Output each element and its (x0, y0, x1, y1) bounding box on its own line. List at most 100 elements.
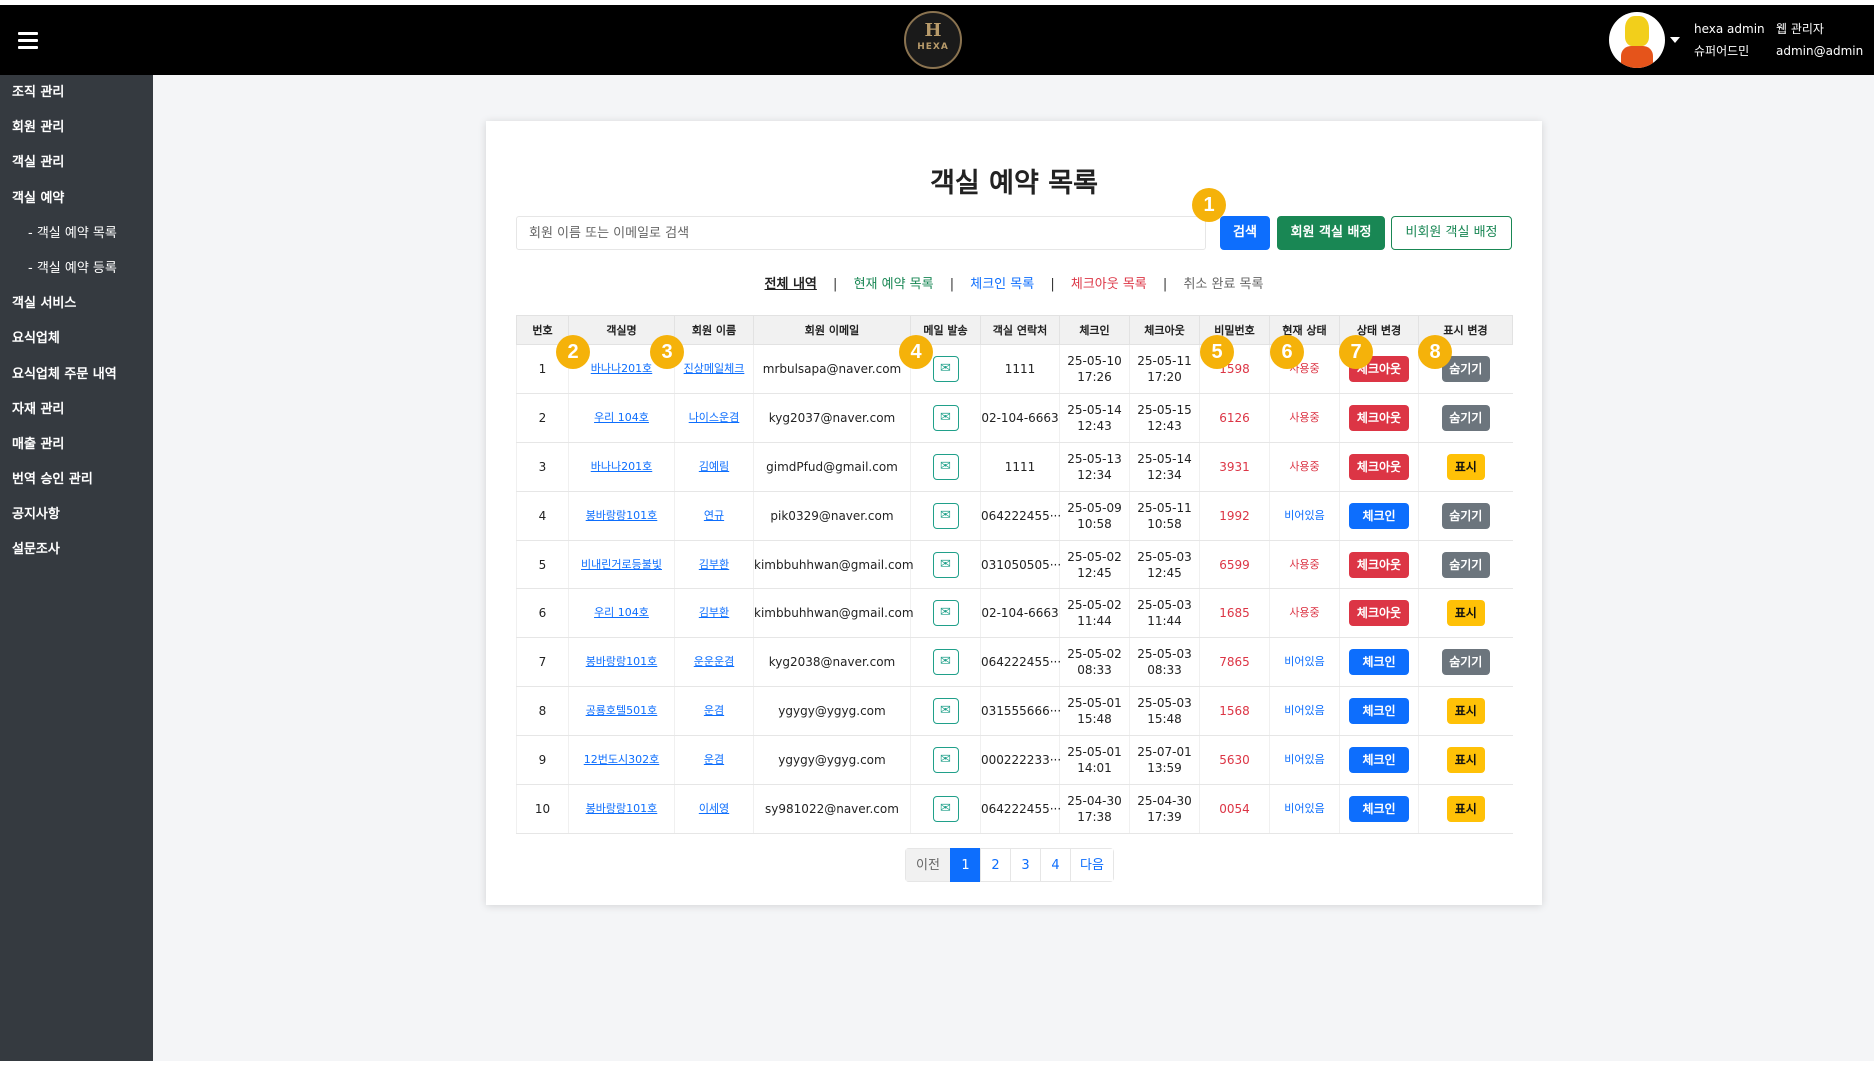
room-password: 6599 (1199, 540, 1270, 590)
mail-send-icon[interactable]: ✉ (932, 355, 959, 382)
mail-send-icon[interactable]: ✉ (932, 502, 959, 529)
mail-cell: ✉ (910, 735, 981, 786)
pagination-page[interactable]: 2 (980, 848, 1011, 882)
pagination-page[interactable]: 1 (950, 848, 981, 882)
room-name-link[interactable]: 비내린거로등불빛 (568, 540, 675, 590)
current-status: 비어있음 (1269, 637, 1340, 688)
room-name-link[interactable]: 공룡호텔501호 (568, 686, 675, 737)
display-toggle-button[interactable]: 표시 (1446, 453, 1485, 480)
checkout-cell: 25-05-15 12:43 (1129, 393, 1200, 443)
sidebar-item[interactable]: 회원 관리 (0, 110, 153, 145)
display-toggle-button[interactable]: 숨기기 (1441, 404, 1490, 431)
pagination-page[interactable]: 3 (1010, 848, 1041, 882)
caret-down-icon[interactable] (1670, 37, 1680, 43)
table-row: 5 비내린거로등불빛 김부환 kimbbuhhwan@gmail.com ✉ 031050… (516, 540, 1513, 590)
mail-send-icon[interactable]: ✉ (932, 795, 959, 822)
column-header: 체크인 (1059, 315, 1130, 345)
room-name-link[interactable]: 12번도시302호 (568, 735, 675, 786)
sidebar-item[interactable]: - 객실 예약 등록 (0, 251, 153, 286)
status-change-button[interactable]: 체크인 (1349, 795, 1409, 822)
room-name-link[interactable]: 바나나201호 (568, 442, 675, 492)
room-name-link[interactable]: 우리 104호 (568, 393, 675, 443)
sidebar-item[interactable]: 공지사항 (0, 497, 153, 532)
display-toggle-button[interactable]: 숨기기 (1441, 649, 1490, 676)
mail-send-icon[interactable]: ✉ (932, 747, 959, 774)
mail-send-icon[interactable]: ✉ (932, 551, 959, 578)
sidebar-item[interactable]: 매출 관리 (0, 427, 153, 462)
member-name-link[interactable]: 진상메일체크 (674, 344, 754, 394)
checkout-time: 10:58 (1147, 516, 1182, 531)
display-toggle-button[interactable]: 표시 (1446, 747, 1485, 774)
sidebar-item[interactable]: 요식업체 (0, 321, 153, 356)
room-name-link[interactable]: 봉바랑랑101호 (568, 491, 675, 541)
room-phone: 064222455··· (980, 784, 1061, 834)
guest-room-assign-button[interactable]: 비회원 객실 배정 (1391, 216, 1512, 250)
room-password: 1992 (1199, 491, 1270, 541)
bottom-strip (0, 1061, 1874, 1076)
user-grade: 슈퍼어드민 (1694, 44, 1750, 58)
pagination-prev[interactable]: 이전 (905, 848, 951, 882)
row-number: 8 (516, 686, 569, 737)
mail-cell: ✉ (910, 588, 981, 639)
pagination-page[interactable]: 4 (1040, 848, 1071, 882)
filter-all[interactable]: 전체 내역 (765, 273, 817, 292)
sidebar-item[interactable]: 요식업체 주문 내역 (0, 357, 153, 392)
status-change-button[interactable]: 체크인 (1349, 649, 1409, 676)
user-avatar[interactable] (1609, 12, 1665, 68)
member-name-link[interactable]: 이세영 (674, 784, 754, 834)
status-change-button[interactable]: 체크인 (1349, 502, 1409, 529)
table-row: 3 바나나201호 김예림 gimdPfud@gmail.com ✉ 1111 25-05-… (516, 442, 1513, 492)
mail-send-icon[interactable]: ✉ (932, 698, 959, 725)
mail-send-icon[interactable]: ✉ (932, 453, 959, 480)
member-name-link[interactable]: 연규 (674, 491, 754, 541)
checkin-time: 12:34 (1077, 467, 1112, 482)
display-toggle-button[interactable]: 표시 (1446, 698, 1485, 725)
room-password: 1568 (1199, 686, 1270, 737)
sidebar-item[interactable]: 객실 예약 (0, 181, 153, 216)
filter-checkout[interactable]: 체크아웃 목록 (1071, 273, 1147, 292)
status-change-button[interactable]: 체크인 (1349, 747, 1409, 774)
display-toggle-button[interactable]: 숨기기 (1441, 502, 1490, 529)
status-change-button[interactable]: 체크아웃 (1349, 551, 1409, 578)
member-name-link[interactable]: 김예림 (674, 442, 754, 492)
sidebar-item[interactable]: - 객실 예약 목록 (0, 216, 153, 251)
hamburger-menu-icon[interactable] (18, 32, 38, 49)
hexa-logo[interactable]: H HEXA (904, 11, 962, 69)
row-number: 3 (516, 442, 569, 492)
status-change-button[interactable]: 체크아웃 (1349, 404, 1409, 431)
mail-send-icon[interactable]: ✉ (932, 649, 959, 676)
display-toggle-button[interactable]: 숨기기 (1441, 551, 1490, 578)
status-change-button[interactable]: 체크아웃 (1349, 600, 1409, 627)
display-toggle-button[interactable]: 표시 (1446, 795, 1485, 822)
status-change-button[interactable]: 체크아웃 (1349, 453, 1409, 480)
room-phone: 1111 (980, 344, 1060, 394)
member-name-link[interactable]: 운운운겸 (674, 637, 754, 688)
member-name-link[interactable]: 운겸 (674, 735, 754, 786)
column-header: 회원 이름 (674, 315, 754, 345)
mail-send-icon[interactable]: ✉ (932, 404, 959, 431)
status-change-button[interactable]: 체크인 (1349, 698, 1409, 725)
room-name-link[interactable]: 봉바랑랑101호 (568, 637, 675, 688)
member-name-link[interactable]: 운겸 (674, 686, 754, 737)
filter-cancelled[interactable]: 취소 완료 목록 (1183, 273, 1263, 292)
search-button[interactable]: 검색 (1220, 216, 1270, 250)
sidebar-item[interactable]: 번역 승인 관리 (0, 462, 153, 497)
member-email: ygygy@ygyg.com (753, 735, 911, 786)
member-name-link[interactable]: 김부환 (674, 588, 754, 639)
room-name-link[interactable]: 우리 104호 (568, 588, 675, 639)
mail-send-icon[interactable]: ✉ (932, 600, 959, 627)
member-name-link[interactable]: 김부환 (674, 540, 754, 590)
room-name-link[interactable]: 봉바랑랑101호 (568, 784, 675, 834)
sidebar-item[interactable]: 설문조사 (0, 532, 153, 567)
sidebar-item[interactable]: 객실 관리 (0, 145, 153, 180)
sidebar-item[interactable]: 자재 관리 (0, 392, 153, 427)
sidebar-item[interactable]: 객실 서비스 (0, 286, 153, 321)
filter-current[interactable]: 현재 예약 목록 (854, 273, 934, 292)
pagination-next[interactable]: 다음 (1070, 848, 1114, 882)
search-input[interactable] (516, 216, 1206, 250)
member-name-link[interactable]: 나이스운겸 (674, 393, 754, 443)
display-toggle-button[interactable]: 표시 (1446, 600, 1485, 627)
member-room-assign-button[interactable]: 회원 객실 배정 (1277, 216, 1385, 250)
filter-checkin[interactable]: 체크인 목록 (970, 273, 1034, 292)
sidebar-item[interactable]: 조직 관리 (0, 75, 153, 110)
